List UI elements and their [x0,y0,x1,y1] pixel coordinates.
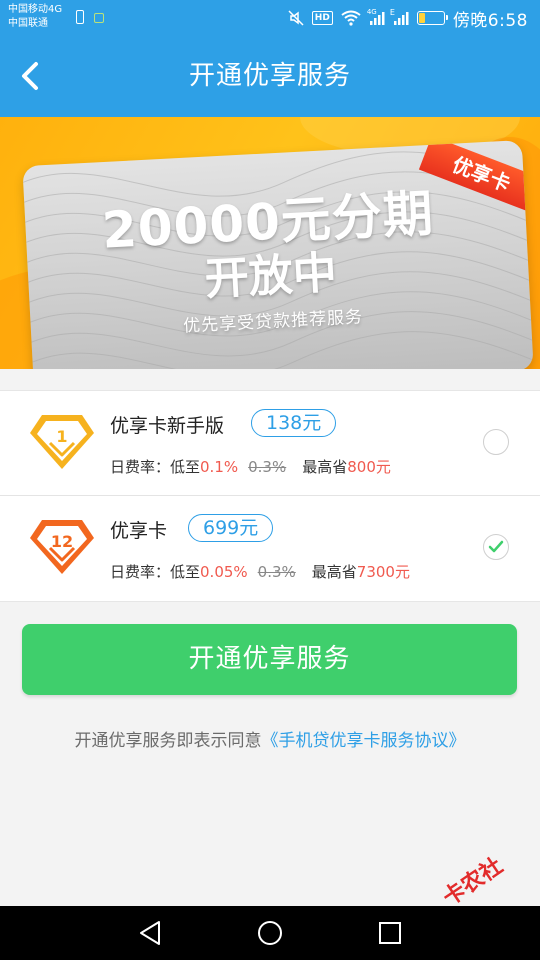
promo-banner: 优享卡 20000元分期 开放中 优先享受贷款推荐服务 [0,117,540,369]
rate-value: 0.1% [200,458,239,476]
hd-badge: HD [311,11,333,25]
nav-home-button[interactable] [255,918,285,948]
carrier-secondary: 中国联通 [8,18,48,29]
badge-number: 1 [56,427,67,446]
signal-1-label: 4G [366,8,377,16]
rate-original: 0.3% [257,563,296,581]
rate-original: 0.3% [248,458,287,476]
agreement-text: 开通优享服务即表示同意《手机贷优享卡服务协议》 [0,726,540,751]
battery-icon [416,11,448,25]
banner-text: 20000元分期 开放中 优先享受贷款推荐服务 [57,182,484,343]
clock: 傍晚6:58 [452,10,528,31]
signal-icon [393,12,409,25]
carrier-info: 中国移动4G 中国联通 [8,3,62,31]
plan-options: 1 优享卡新手版 138元 日费率：低至0.1% 0.3% 最高省800元 12 优… [0,390,540,602]
rate-value: 0.05% [200,563,248,581]
battery-fill [418,13,425,23]
status-bar: 中国移动4G 中国联通 HD 4G E 傍晚6:58 [0,0,540,36]
signal-1: 4G [366,8,385,26]
signal-2: E [389,8,409,26]
signal-2-label: E [389,8,395,17]
diamond-badge-icon: 12 [30,520,94,574]
plan-name: 优享卡新手版 [110,415,225,437]
lock-icon [94,13,104,23]
plan-option-premium[interactable]: 12 优享卡 699元 日费率：低至0.05% 0.3% 最高省7300元 [0,496,540,600]
system-nav-bar [0,906,540,960]
carrier-primary: 中国移动4G [8,4,63,15]
page-title: 开通优享服务 [188,61,351,91]
saving-value: 7300元 [356,563,410,581]
circle-home-icon [258,921,282,945]
plan-name: 优享卡 [110,520,168,542]
price-pill: 699元 [188,514,274,542]
price-pill: 138元 [251,409,337,437]
nav-recents-button[interactable] [375,918,405,948]
open-service-button[interactable]: 开通优享服务 [22,624,517,695]
agreement-link[interactable]: 《手机贷优享卡服务协议》 [262,731,466,751]
diamond-badge-icon: 1 [30,415,94,469]
saving-value: 800元 [347,458,391,476]
notification-chip-icon [76,10,84,24]
rate-prefix: 日费率：低至 [110,458,201,476]
square-recents-icon [379,922,401,944]
plan-radio[interactable] [483,429,509,455]
check-icon [488,540,504,553]
nav-back-button[interactable] [135,918,165,948]
status-right: HD 4G E 傍晚6:58 [288,0,528,36]
rate-line: 日费率：低至0.1% 0.3% 最高省800元 [110,457,391,477]
badge-number: 12 [51,532,73,551]
agreement-prefix: 开通优享服务即表示同意 [74,731,262,751]
wifi-icon [341,10,361,26]
rate-prefix: 日费率：低至 [110,563,201,581]
mute-icon [288,10,304,26]
saving-prefix: 最高省 [311,563,357,581]
plan-radio-selected[interactable] [483,534,509,560]
saving-prefix: 最高省 [302,458,348,476]
notification-icons [76,10,104,24]
triangle-back-icon [140,921,160,945]
top-navbar: 开通优享服务 [0,36,540,117]
plan-option-newbie[interactable]: 1 优享卡新手版 138元 日费率：低至0.1% 0.3% 最高省800元 [0,391,540,496]
rate-line: 日费率：低至0.05% 0.3% 最高省7300元 [110,562,410,582]
